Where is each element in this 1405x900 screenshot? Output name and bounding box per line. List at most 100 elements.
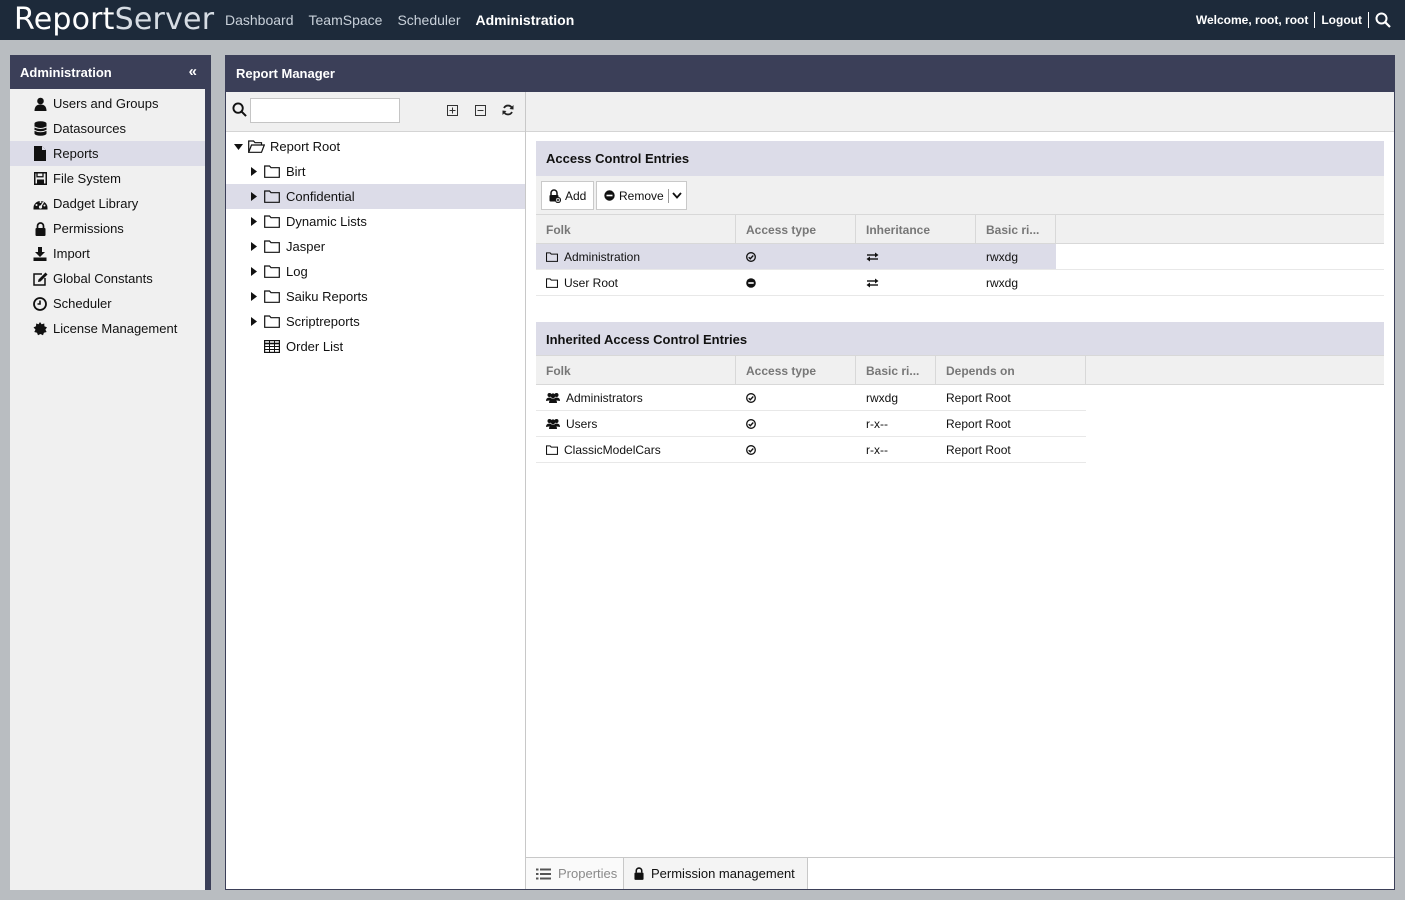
caret-right-icon[interactable] bbox=[248, 217, 260, 226]
column-header[interactable]: Folk bbox=[536, 215, 736, 243]
caret-down-icon[interactable] bbox=[232, 143, 244, 150]
nav-scheduler[interactable]: Scheduler bbox=[397, 12, 460, 28]
depends-on-cell: Report Root bbox=[946, 390, 1011, 405]
column-header[interactable]: Basic ri... bbox=[856, 356, 936, 384]
chevron-down-icon[interactable] bbox=[672, 192, 682, 199]
column-header[interactable]: Depends on bbox=[936, 356, 1086, 384]
table-row[interactable]: ClassicModelCars r-x-- Report Root bbox=[536, 437, 1086, 463]
admin-item-global-constants[interactable]: Global Constants bbox=[10, 266, 205, 291]
table-row[interactable]: Users r-x-- Report Root bbox=[536, 411, 1086, 437]
admin-item-license-management[interactable]: License Management bbox=[10, 316, 205, 341]
folk-cell: Users bbox=[536, 411, 736, 436]
logout-link[interactable]: Logout bbox=[1321, 13, 1362, 27]
tab-permission-management[interactable]: Permission management bbox=[624, 858, 808, 889]
allow-icon bbox=[736, 437, 856, 462]
caret-right-icon[interactable] bbox=[248, 242, 260, 251]
collapse-icon[interactable]: « bbox=[189, 63, 197, 80]
folk-cell: Administration bbox=[536, 244, 736, 269]
database-icon bbox=[32, 121, 48, 137]
app-logo[interactable]: ReportServer bbox=[14, 2, 214, 37]
tab-properties[interactable]: Properties bbox=[526, 858, 624, 889]
clock-icon bbox=[32, 296, 48, 312]
tree-item-folder[interactable]: Jasper bbox=[226, 234, 525, 259]
nav-administration[interactable]: Administration bbox=[475, 12, 574, 28]
tree-pane: Report Root Birt Confidential Dynamic Li… bbox=[226, 92, 526, 889]
table-row[interactable]: Administrators rwxdg Report Root bbox=[536, 385, 1086, 411]
rights-cell: rwxdg bbox=[976, 244, 1056, 269]
folder-icon bbox=[264, 164, 282, 180]
report-tree: Report Root Birt Confidential Dynamic Li… bbox=[226, 132, 525, 359]
edit-icon bbox=[32, 271, 48, 287]
folder-icon bbox=[264, 314, 282, 330]
rights-cell: r-x-- bbox=[866, 442, 888, 457]
remove-button[interactable]: Remove bbox=[596, 181, 687, 210]
search-icon[interactable] bbox=[1375, 12, 1391, 28]
nav-teamspace[interactable]: TeamSpace bbox=[309, 12, 383, 28]
table-row[interactable]: Administration rwxdg bbox=[536, 244, 1384, 270]
tree-item-folder[interactable]: Saiku Reports bbox=[226, 284, 525, 309]
column-header[interactable]: Inheritance bbox=[856, 215, 976, 243]
tree-item-folder[interactable]: Dynamic Lists bbox=[226, 209, 525, 234]
inherit-icon bbox=[856, 244, 976, 269]
tree-item-folder[interactable]: Log bbox=[226, 259, 525, 284]
tree-item-report[interactable]: Order List bbox=[226, 334, 525, 359]
rights-cell: rwxdg bbox=[986, 275, 1019, 290]
admin-item-reports[interactable]: Reports bbox=[10, 141, 205, 166]
admin-item-file-system[interactable]: File System bbox=[10, 166, 205, 191]
download-icon bbox=[32, 246, 48, 262]
welcome-text: Welcome, root, root bbox=[1195, 13, 1309, 27]
column-header[interactable]: Basic ri... bbox=[976, 215, 1056, 243]
admin-panel-header: Administration « bbox=[10, 55, 205, 89]
caret-right-icon[interactable] bbox=[248, 192, 260, 201]
add-button[interactable]: Add bbox=[541, 181, 595, 210]
dashboard-icon bbox=[32, 196, 48, 212]
tree-item-folder[interactable]: Confidential bbox=[226, 184, 525, 209]
admin-item-dadget-library[interactable]: Dadget Library bbox=[10, 191, 205, 216]
tree-item-folder[interactable]: Birt bbox=[226, 159, 525, 184]
tree-search-input[interactable] bbox=[250, 98, 400, 123]
lock-add-icon bbox=[549, 188, 561, 203]
table-icon bbox=[264, 339, 282, 355]
permission-pane: Access Control Entries Add Remove Folk A… bbox=[526, 92, 1394, 889]
caret-right-icon[interactable] bbox=[248, 292, 260, 301]
list-icon bbox=[536, 868, 551, 880]
column-header[interactable]: Folk bbox=[536, 356, 736, 384]
table-row[interactable]: User Root rwxdg bbox=[536, 270, 1384, 296]
lock-icon bbox=[634, 867, 644, 880]
allow-icon bbox=[736, 411, 856, 436]
user-icon bbox=[32, 96, 48, 112]
refresh-icon[interactable] bbox=[501, 103, 515, 117]
admin-item-datasources[interactable]: Datasources bbox=[10, 116, 205, 141]
admin-item-users-and-groups[interactable]: Users and Groups bbox=[10, 91, 205, 116]
divider bbox=[1368, 12, 1369, 28]
rights-cell: rwxdg bbox=[866, 390, 899, 405]
ace-table-header: Folk Access type Inheritance Basic ri... bbox=[536, 214, 1384, 244]
caret-right-icon[interactable] bbox=[248, 167, 260, 176]
admin-item-scheduler[interactable]: Scheduler bbox=[10, 291, 205, 316]
collapse-all-icon[interactable] bbox=[473, 103, 487, 117]
ace-table: Folk Access type Inheritance Basic ri...… bbox=[536, 214, 1384, 296]
divider bbox=[667, 188, 669, 203]
folk-cell: User Root bbox=[536, 270, 736, 295]
ace-toolbar: Add Remove bbox=[536, 176, 1384, 214]
tree-item-folder[interactable]: Scriptreports bbox=[226, 309, 525, 334]
caret-right-icon[interactable] bbox=[248, 317, 260, 326]
admin-item-import[interactable]: Import bbox=[10, 241, 205, 266]
admin-item-permissions[interactable]: Permissions bbox=[10, 216, 205, 241]
right-toolbar bbox=[526, 92, 1394, 132]
report-manager-header: Report Manager bbox=[226, 56, 1394, 92]
save-icon bbox=[32, 171, 48, 187]
folder-icon bbox=[264, 189, 282, 205]
column-header[interactable]: Access type bbox=[736, 215, 856, 243]
caret-right-icon[interactable] bbox=[248, 267, 260, 276]
inherited-table: Folk Access type Basic ri... Depends on … bbox=[536, 355, 1384, 463]
folder-icon bbox=[264, 289, 282, 305]
inherited-table-header: Folk Access type Basic ri... Depends on bbox=[536, 355, 1384, 385]
column-header[interactable]: Access type bbox=[736, 356, 856, 384]
top-bar: ReportServer Dashboard TeamSpace Schedul… bbox=[0, 0, 1405, 40]
nav-dashboard[interactable]: Dashboard bbox=[225, 12, 294, 28]
tree-toolbar bbox=[226, 92, 525, 132]
expand-all-icon[interactable] bbox=[445, 103, 459, 117]
tree-item-report-root[interactable]: Report Root bbox=[226, 134, 525, 159]
minus-circle-icon bbox=[604, 190, 615, 201]
